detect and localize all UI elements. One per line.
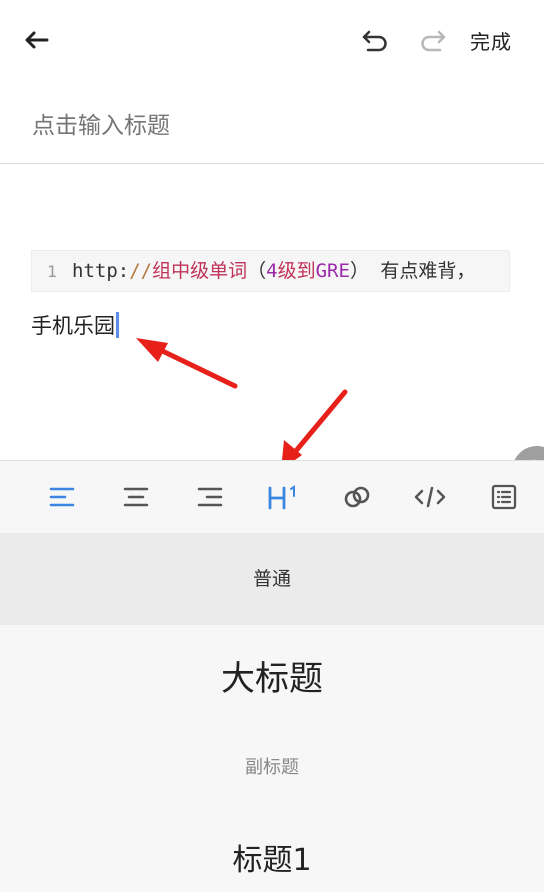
heading-option-heading1[interactable]: 标题1 (0, 835, 544, 879)
editor-paragraph[interactable]: 手机乐园 (31, 311, 119, 341)
heading-option-normal[interactable]: 普通 (0, 533, 544, 625)
heading-option-subtitle[interactable]: 副标题 (0, 753, 544, 779)
code-block[interactable]: 1 http://组中级单词（4级到GRE） 有点难背， (31, 250, 510, 292)
redo-icon[interactable] (414, 24, 452, 58)
title-input[interactable] (32, 106, 512, 146)
title-divider (0, 163, 544, 164)
text-caret (116, 312, 119, 338)
code-token-number: 4 (266, 260, 278, 282)
format-toolbar (0, 460, 544, 534)
code-token-text: 组中级单词 (152, 260, 248, 282)
code-token-text: 级到 (277, 260, 316, 282)
code-token-gre: GRE (315, 260, 350, 282)
done-button[interactable]: 完成 (470, 26, 512, 55)
code-token-colon: : (117, 260, 130, 282)
align-center-icon[interactable] (116, 479, 156, 515)
back-arrow-icon[interactable] (18, 24, 54, 56)
undo-icon[interactable] (356, 24, 394, 58)
code-token-paren: （ (247, 260, 267, 282)
code-line-number: 1 (47, 262, 57, 281)
annotation-arrow-to-heading (281, 389, 348, 470)
code-icon[interactable] (410, 479, 450, 515)
code-token-rest: 有点难背， (368, 260, 476, 282)
align-right-icon[interactable] (190, 479, 230, 515)
code-token-scheme: http (72, 260, 118, 282)
heading-options-panel: 普通 大标题 副标题 标题1 (0, 533, 544, 892)
paragraph-text: 手机乐园 (31, 314, 115, 338)
heading-icon[interactable] (263, 479, 303, 515)
code-token-slashes: // (129, 260, 153, 282)
link-icon[interactable] (337, 479, 377, 515)
top-bar: 完成 (0, 0, 544, 82)
list-icon[interactable] (484, 479, 524, 515)
code-token-paren: ） (349, 260, 369, 282)
align-left-icon[interactable] (42, 479, 82, 515)
heading-option-big-title[interactable]: 大标题 (0, 651, 544, 700)
annotation-arrow-to-caret (136, 338, 238, 389)
